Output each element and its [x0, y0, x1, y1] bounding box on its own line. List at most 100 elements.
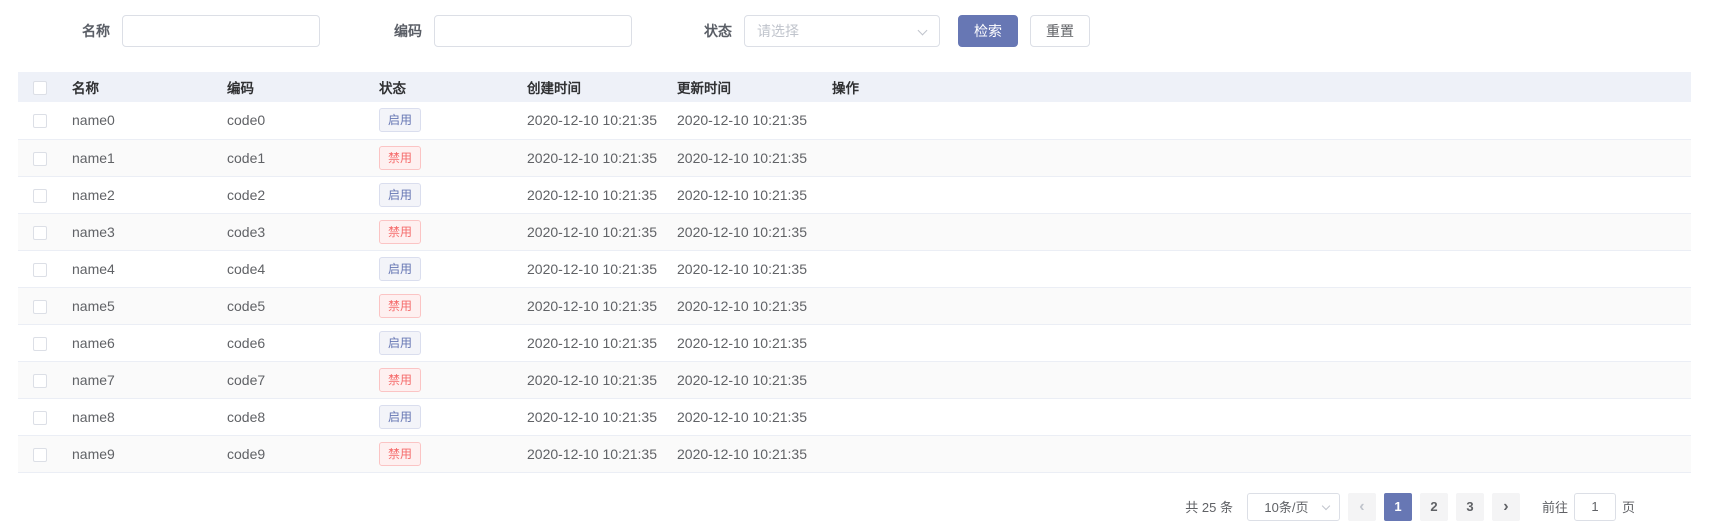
column-header-created: 创建时间: [517, 72, 667, 102]
page-button-1[interactable]: 1: [1384, 493, 1412, 521]
cell-actions: [822, 139, 1691, 176]
cell-updated: 2020-12-10 10:21:35: [667, 139, 822, 176]
status-select[interactable]: 请选择: [744, 15, 940, 47]
cell-status: 禁用: [369, 213, 517, 250]
table-row: name3code3禁用2020-12-10 10:21:352020-12-1…: [18, 213, 1691, 250]
cell-name: name4: [62, 250, 217, 287]
table-header-row: 名称 编码 状态 创建时间 更新时间 操作: [18, 72, 1691, 102]
table-row: name9code9禁用2020-12-10 10:21:352020-12-1…: [18, 435, 1691, 472]
table-row: name2code2启用2020-12-10 10:21:352020-12-1…: [18, 176, 1691, 213]
row-checkbox[interactable]: [33, 448, 47, 462]
cell-status: 禁用: [369, 435, 517, 472]
reset-button[interactable]: 重置: [1030, 15, 1090, 47]
cell-created: 2020-12-10 10:21:35: [517, 102, 667, 139]
next-page-button[interactable]: ›: [1492, 493, 1520, 521]
table-row: name5code5禁用2020-12-10 10:21:352020-12-1…: [18, 287, 1691, 324]
cell-updated: 2020-12-10 10:21:35: [667, 213, 822, 250]
cell-status: 启用: [369, 324, 517, 361]
cell-actions: [822, 324, 1691, 361]
cell-code: code9: [217, 435, 369, 472]
column-header-code: 编码: [217, 72, 369, 102]
status-badge: 禁用: [379, 146, 421, 170]
cell-actions: [822, 176, 1691, 213]
table-row: name7code7禁用2020-12-10 10:21:352020-12-1…: [18, 361, 1691, 398]
cell-updated: 2020-12-10 10:21:35: [667, 435, 822, 472]
status-badge: 启用: [379, 183, 421, 207]
cell-created: 2020-12-10 10:21:35: [517, 176, 667, 213]
cell-updated: 2020-12-10 10:21:35: [667, 398, 822, 435]
select-all-checkbox[interactable]: [33, 81, 47, 95]
page-size-value: 10条/页: [1264, 497, 1308, 516]
page-button-3[interactable]: 3: [1456, 493, 1484, 521]
status-badge: 禁用: [379, 368, 421, 392]
row-checkbox[interactable]: [33, 263, 47, 277]
cell-code: code5: [217, 287, 369, 324]
cell-code: code7: [217, 361, 369, 398]
cell-actions: [822, 361, 1691, 398]
table-row: name0code0启用2020-12-10 10:21:352020-12-1…: [18, 102, 1691, 139]
page-number-list: 123: [1376, 493, 1484, 521]
page-button-2[interactable]: 2: [1420, 493, 1448, 521]
search-button[interactable]: 检索: [958, 15, 1018, 47]
row-checkbox[interactable]: [33, 337, 47, 351]
cell-name: name6: [62, 324, 217, 361]
jump-prefix-label: 前往: [1542, 497, 1568, 516]
table-row: name8code8启用2020-12-10 10:21:352020-12-1…: [18, 398, 1691, 435]
cell-name: name5: [62, 287, 217, 324]
cell-actions: [822, 102, 1691, 139]
row-checkbox[interactable]: [33, 152, 47, 166]
cell-name: name1: [62, 139, 217, 176]
status-badge: 启用: [379, 405, 421, 429]
total-count: 共 25 条: [1185, 497, 1233, 516]
code-label: 编码: [394, 21, 422, 41]
cell-created: 2020-12-10 10:21:35: [517, 250, 667, 287]
chevron-left-icon: ‹: [1359, 498, 1364, 516]
prev-page-button[interactable]: ‹: [1348, 493, 1376, 521]
cell-code: code4: [217, 250, 369, 287]
cell-status: 禁用: [369, 287, 517, 324]
cell-updated: 2020-12-10 10:21:35: [667, 361, 822, 398]
status-select-placeholder: 请选择: [757, 21, 799, 41]
search-form: 名称 编码 状态 请选择 检索 重置: [82, 15, 1709, 47]
status-badge: 禁用: [379, 220, 421, 244]
cell-status: 启用: [369, 102, 517, 139]
cell-created: 2020-12-10 10:21:35: [517, 324, 667, 361]
cell-updated: 2020-12-10 10:21:35: [667, 250, 822, 287]
cell-updated: 2020-12-10 10:21:35: [667, 176, 822, 213]
cell-code: code6: [217, 324, 369, 361]
cell-status: 禁用: [369, 361, 517, 398]
table-row: name1code1禁用2020-12-10 10:21:352020-12-1…: [18, 139, 1691, 176]
cell-name: name7: [62, 361, 217, 398]
cell-name: name0: [62, 102, 217, 139]
row-checkbox[interactable]: [33, 226, 47, 240]
row-checkbox[interactable]: [33, 300, 47, 314]
code-input[interactable]: [434, 15, 632, 47]
row-checkbox[interactable]: [33, 411, 47, 425]
cell-code: code0: [217, 102, 369, 139]
name-input[interactable]: [122, 15, 320, 47]
cell-name: name9: [62, 435, 217, 472]
cell-updated: 2020-12-10 10:21:35: [667, 324, 822, 361]
table-row: name6code6启用2020-12-10 10:21:352020-12-1…: [18, 324, 1691, 361]
name-label: 名称: [82, 21, 110, 41]
row-checkbox[interactable]: [33, 114, 47, 128]
chevron-right-icon: ›: [1503, 498, 1508, 516]
cell-code: code2: [217, 176, 369, 213]
cell-created: 2020-12-10 10:21:35: [517, 398, 667, 435]
chevron-down-icon: [918, 26, 928, 36]
cell-created: 2020-12-10 10:21:35: [517, 435, 667, 472]
column-header-name: 名称: [62, 72, 217, 102]
row-checkbox[interactable]: [33, 189, 47, 203]
cell-code: code3: [217, 213, 369, 250]
cell-actions: [822, 213, 1691, 250]
cell-updated: 2020-12-10 10:21:35: [667, 287, 822, 324]
page-jump-input[interactable]: [1574, 493, 1616, 521]
chevron-down-icon: [1322, 501, 1330, 509]
cell-actions: [822, 435, 1691, 472]
page-size-select[interactable]: 10条/页: [1247, 493, 1340, 521]
cell-status: 启用: [369, 398, 517, 435]
cell-actions: [822, 250, 1691, 287]
jump-suffix-label: 页: [1622, 497, 1635, 516]
status-badge: 启用: [379, 108, 421, 132]
row-checkbox[interactable]: [33, 374, 47, 388]
